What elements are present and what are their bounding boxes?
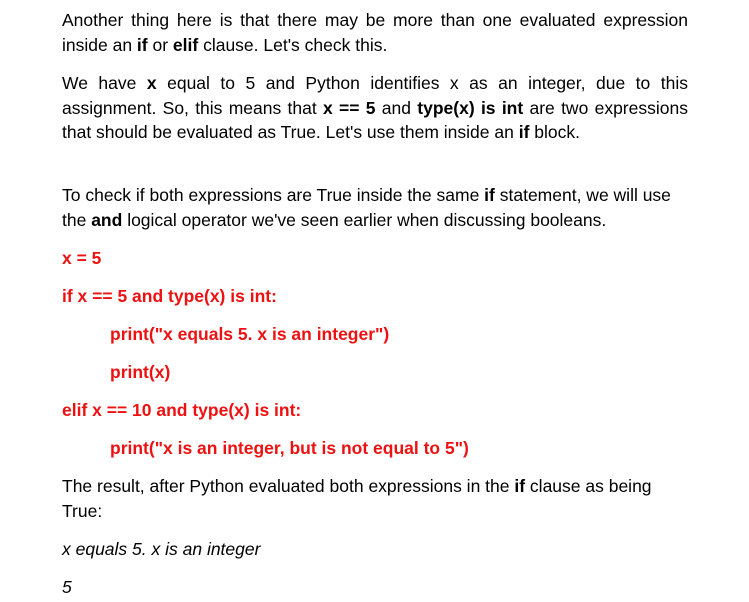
code-line: print(x) <box>110 362 171 382</box>
paragraph-and-operator: To check if both expressions are True in… <box>62 183 688 232</box>
text: We have <box>62 73 147 93</box>
text: clause. Let's check this. <box>198 34 388 55</box>
text: and <box>375 97 418 118</box>
code-line: print("x equals 5. x is an integer") <box>110 324 390 344</box>
text: logical operator we've seen earlier when… <box>122 209 607 230</box>
bold-x: x <box>146 73 157 93</box>
keyword-if: if <box>484 185 495 205</box>
keyword-if: if <box>136 34 148 55</box>
bold-expression-1: x == 5 <box>323 97 376 118</box>
code-line: if x == 5 and type(x) is int: <box>62 286 277 306</box>
code-line: elif x == 10 and type(x) is int: <box>62 400 302 420</box>
bold-expression-2: type(x) is int <box>417 97 524 118</box>
paragraph-result: The result, after Python evaluated both … <box>62 474 688 523</box>
output-line: 5 <box>62 577 72 597</box>
text: The result, after Python evaluated both … <box>62 476 515 496</box>
keyword-if: if <box>514 476 526 496</box>
paragraph-explanation: We have x equal to 5 and Python identifi… <box>62 71 688 145</box>
text: block. <box>529 122 580 142</box>
code-line: print("x is an integer, but is not equal… <box>110 438 469 458</box>
keyword-if: if <box>518 122 530 142</box>
paragraph-intro: Another thing here is that there may be … <box>62 8 688 57</box>
text: or <box>147 34 173 55</box>
output-line: x equals 5. x is an integer <box>62 539 261 559</box>
code-line: x = 5 <box>62 248 102 268</box>
keyword-and: and <box>91 209 123 230</box>
text: To check if both expressions are True in… <box>62 185 485 205</box>
keyword-elif: elif <box>172 34 199 55</box>
